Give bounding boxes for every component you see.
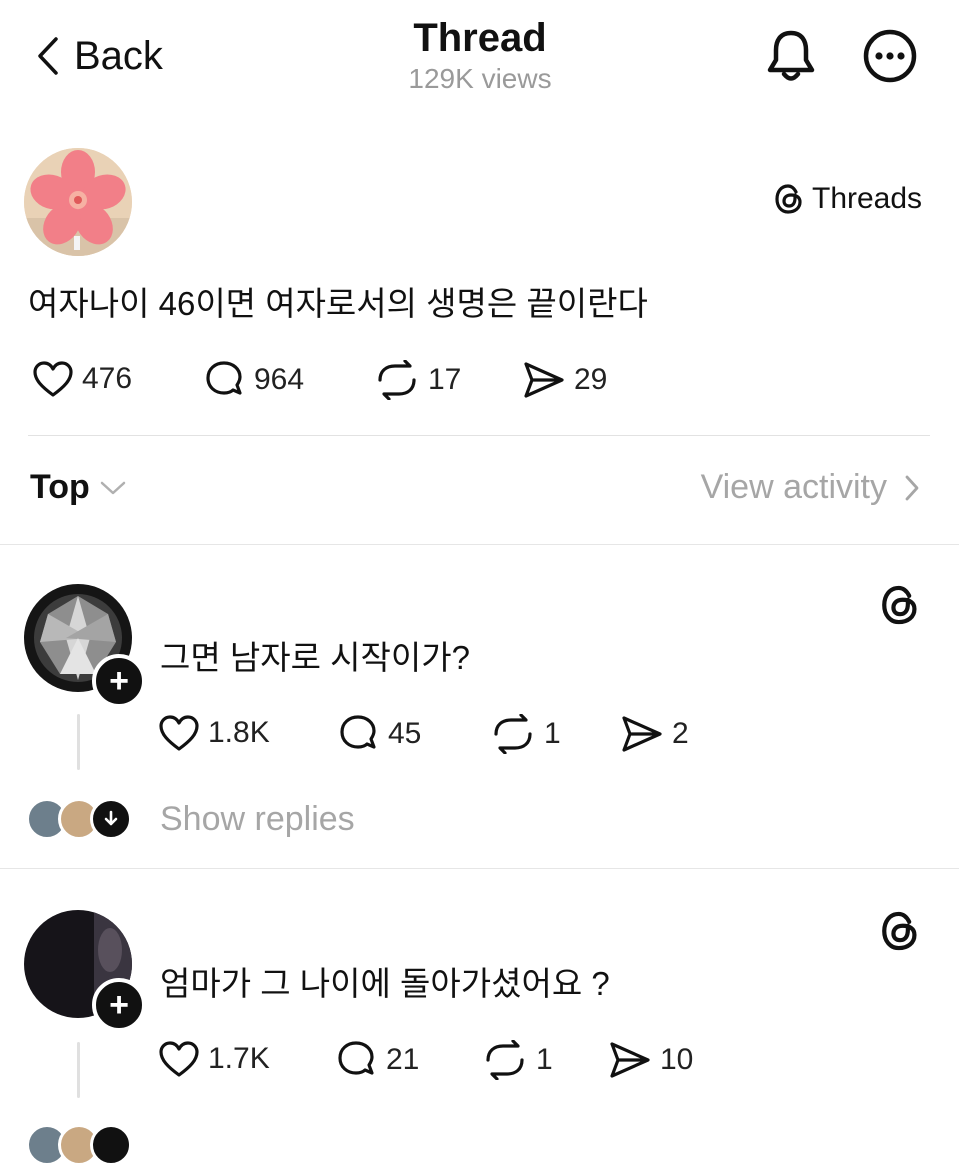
reply-share-count: 2 xyxy=(672,717,689,750)
follow-button[interactable]: + xyxy=(92,654,146,708)
reply-share-button[interactable]: 10 xyxy=(608,1040,693,1080)
expand-icon xyxy=(90,1124,132,1166)
reply-share-count: 10 xyxy=(660,1043,694,1076)
send-icon xyxy=(524,362,564,398)
threads-logo-icon xyxy=(775,184,802,214)
plus-icon: + xyxy=(109,986,129,1024)
post-divider xyxy=(28,435,930,436)
repost-icon xyxy=(378,360,416,400)
post-repost-count: 17 xyxy=(428,363,462,396)
view-activity-link[interactable]: View activity xyxy=(701,468,919,507)
heart-icon xyxy=(159,715,199,751)
more-options-button[interactable] xyxy=(862,28,918,84)
reply-comment-count: 45 xyxy=(388,717,422,750)
reply-comment-count: 21 xyxy=(386,1043,420,1076)
post-like-button[interactable]: 476 xyxy=(32,360,132,398)
reply-like-count: 1.8K xyxy=(208,716,270,749)
repost-icon xyxy=(486,1040,524,1080)
sort-label: Top xyxy=(30,468,90,506)
post-like-count: 476 xyxy=(82,362,133,395)
thread-line xyxy=(77,1042,80,1098)
back-label: Back xyxy=(74,33,163,78)
bell-icon xyxy=(767,30,815,81)
reply-repost-button[interactable]: 1 xyxy=(482,1040,553,1080)
send-icon xyxy=(610,1042,650,1078)
chevron-down-icon xyxy=(100,481,126,494)
follow-button[interactable]: + xyxy=(92,978,146,1032)
reply-repost-count: 1 xyxy=(536,1043,553,1076)
reply-like-count: 1.7K xyxy=(208,1042,270,1075)
reply-like-button[interactable]: 1.8K xyxy=(158,714,270,752)
sort-dropdown[interactable]: Top xyxy=(30,468,126,507)
post-comment-count: 964 xyxy=(254,363,305,396)
comment-bubble-icon xyxy=(338,1041,374,1075)
plus-icon: + xyxy=(109,662,129,700)
reply-comment-button[interactable]: 21 xyxy=(334,1040,419,1080)
back-button[interactable]: Back xyxy=(36,30,163,82)
reply-body: 엄마가 그 나이에 돌아가셨어요 ? xyxy=(160,965,610,1002)
reply-repost-count: 1 xyxy=(544,717,561,750)
page-title: Thread xyxy=(413,16,547,60)
threads-logo-icon[interactable] xyxy=(880,584,920,626)
heart-icon xyxy=(33,361,73,397)
ellipsis-circle-icon xyxy=(863,29,917,83)
author-avatar[interactable] xyxy=(24,148,132,256)
reply-body: 그면 남자로 시작이가? xyxy=(160,639,470,676)
section-separator xyxy=(0,868,959,869)
comment-bubble-icon xyxy=(340,715,376,749)
post-body: 여자나이 46이면 여자로서의 생명은 끝이란다 xyxy=(28,285,648,322)
post-share-count: 29 xyxy=(574,363,608,396)
heart-icon xyxy=(159,1041,199,1077)
comment-bubble-icon xyxy=(206,361,242,395)
view-count: 129K views xyxy=(408,63,552,94)
reply-repost-button[interactable]: 1 xyxy=(490,714,561,754)
expand-icon xyxy=(90,798,132,840)
reply-like-button[interactable]: 1.7K xyxy=(158,1040,270,1078)
page-header-title: Thread 129K views xyxy=(330,14,630,96)
chevron-left-icon xyxy=(38,37,58,75)
show-replies-label: Show replies xyxy=(160,799,355,838)
notifications-button[interactable] xyxy=(764,28,818,84)
flower-avatar-image xyxy=(24,148,132,256)
next-replies-preview xyxy=(26,1124,132,1166)
chevron-right-icon xyxy=(905,475,919,500)
post-repost-button[interactable]: 17 xyxy=(374,360,461,400)
repost-icon xyxy=(494,714,532,754)
show-replies-button[interactable]: Show replies xyxy=(26,798,355,840)
threads-source-label: Threads xyxy=(812,182,923,215)
reply-comment-button[interactable]: 45 xyxy=(336,714,421,754)
post-share-button[interactable]: 29 xyxy=(522,360,607,400)
send-icon xyxy=(622,716,662,752)
section-separator xyxy=(0,544,959,545)
reply-share-button[interactable]: 2 xyxy=(620,714,689,754)
post-comment-button[interactable]: 964 xyxy=(202,360,304,400)
thread-line xyxy=(77,714,80,770)
threads-source-link[interactable]: Threads xyxy=(774,182,922,216)
threads-logo-icon[interactable] xyxy=(880,910,920,952)
view-activity-label: View activity xyxy=(700,468,887,506)
